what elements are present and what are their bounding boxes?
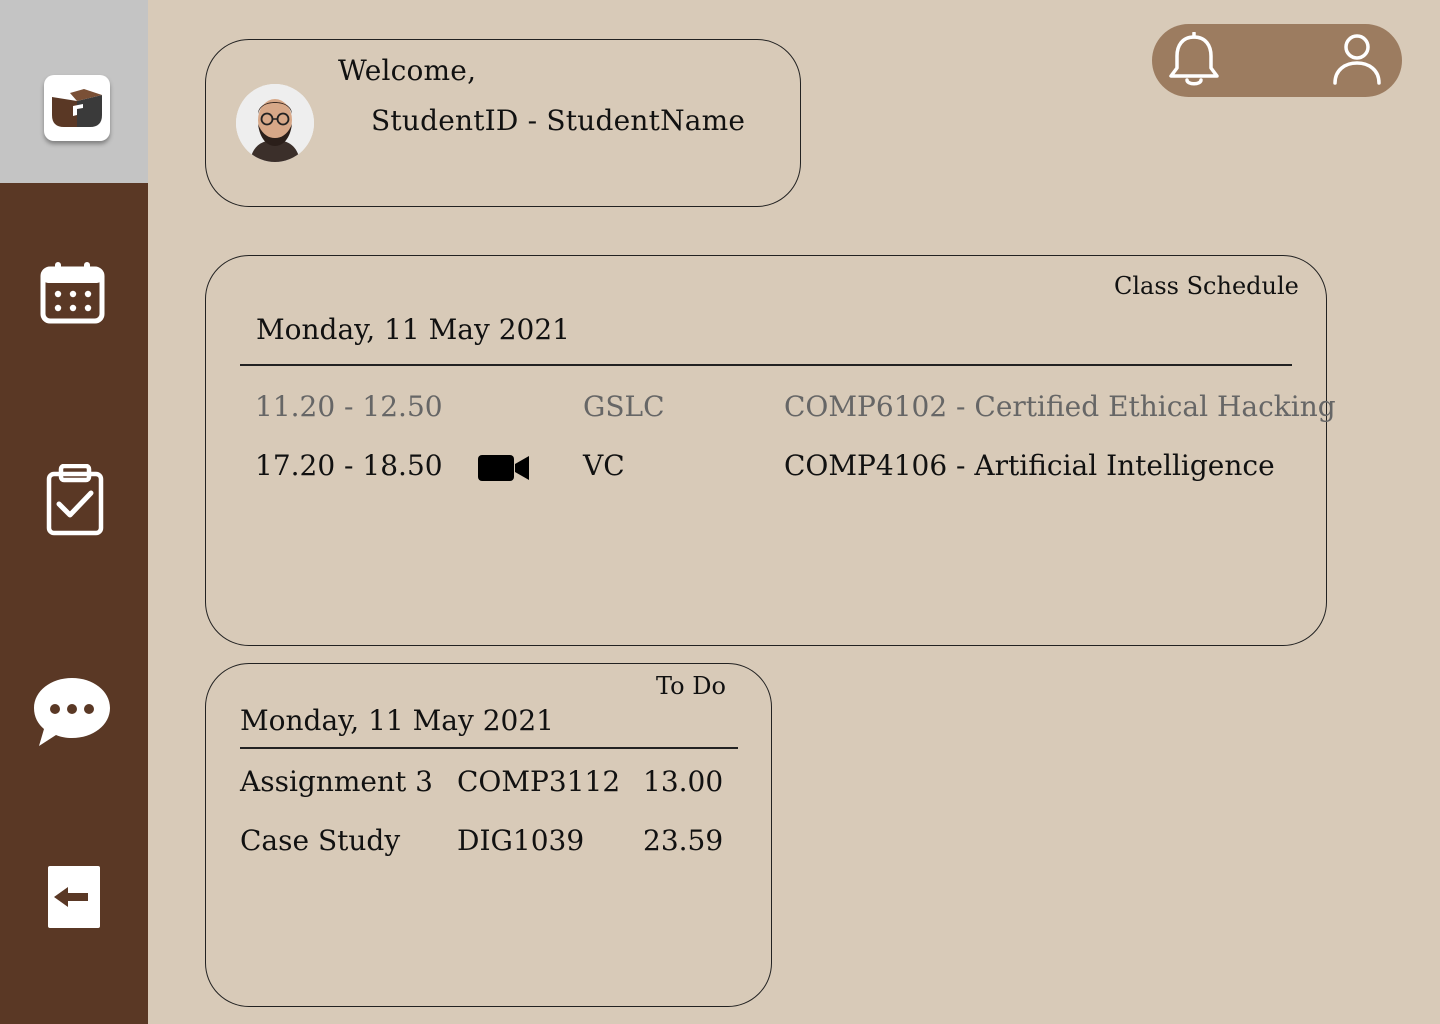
avatar: [236, 84, 314, 162]
class-course: COMP6102 - Certified Ethical Hacking: [784, 390, 1336, 423]
sidebar: [0, 0, 148, 1024]
student-id-name: StudentID - StudentName: [371, 104, 746, 137]
chat-bubble-icon: [34, 678, 110, 746]
bell-icon: [1169, 31, 1219, 86]
sidebar-item-assignments[interactable]: [46, 464, 104, 536]
class-schedule-title: Class Schedule: [1114, 272, 1299, 300]
class-type: VC: [583, 449, 625, 482]
todo-task: Assignment 3: [240, 765, 433, 798]
sidebar-item-logout[interactable]: [48, 866, 100, 928]
todo-due: 13.00: [643, 765, 724, 798]
todo-course: COMP3112: [457, 765, 621, 798]
todo-course: DIG1039: [457, 824, 585, 857]
schedule-divider: [240, 364, 1292, 366]
sidebar-logo-area: [0, 0, 148, 183]
book-logo-icon: [52, 89, 102, 127]
notifications-button[interactable]: [1168, 31, 1220, 94]
class-type: GSLC: [583, 390, 665, 423]
video-camera-icon: [478, 455, 529, 481]
join-video-button[interactable]: [478, 454, 530, 486]
sidebar-item-chat[interactable]: [33, 676, 111, 748]
sidebar-item-calendar[interactable]: [40, 261, 106, 325]
calendar-icon: [40, 262, 105, 324]
class-schedule-card: Class Schedule Monday, 11 May 2021 11.20…: [205, 255, 1336, 646]
welcome-greeting: Welcome,: [338, 54, 477, 87]
logout-arrow-icon: [48, 866, 100, 928]
student-photo: [236, 84, 314, 162]
top-action-bar: [1152, 24, 1402, 97]
todo-due: 23.59: [643, 824, 724, 857]
todo-task: Case Study: [240, 824, 401, 857]
class-time: 11.20 - 12.50: [255, 390, 443, 423]
home-logo-button[interactable]: [44, 75, 110, 141]
todo-date: Monday, 11 May 2021: [240, 704, 554, 737]
clipboard-check-icon: [46, 464, 104, 536]
welcome-card: Welcome, StudentID - StudentName: [205, 39, 801, 207]
todo-divider: [240, 747, 738, 749]
user-icon: [1333, 34, 1381, 85]
profile-button[interactable]: [1332, 32, 1382, 90]
class-course: COMP4106 - Artificial Intelligence: [784, 449, 1275, 482]
todo-card: To Do Monday, 11 May 2021 Assignment 3 C…: [205, 663, 772, 1007]
todo-title: To Do: [656, 672, 726, 700]
class-time: 17.20 - 18.50: [255, 449, 443, 482]
schedule-date: Monday, 11 May 2021: [256, 313, 570, 346]
